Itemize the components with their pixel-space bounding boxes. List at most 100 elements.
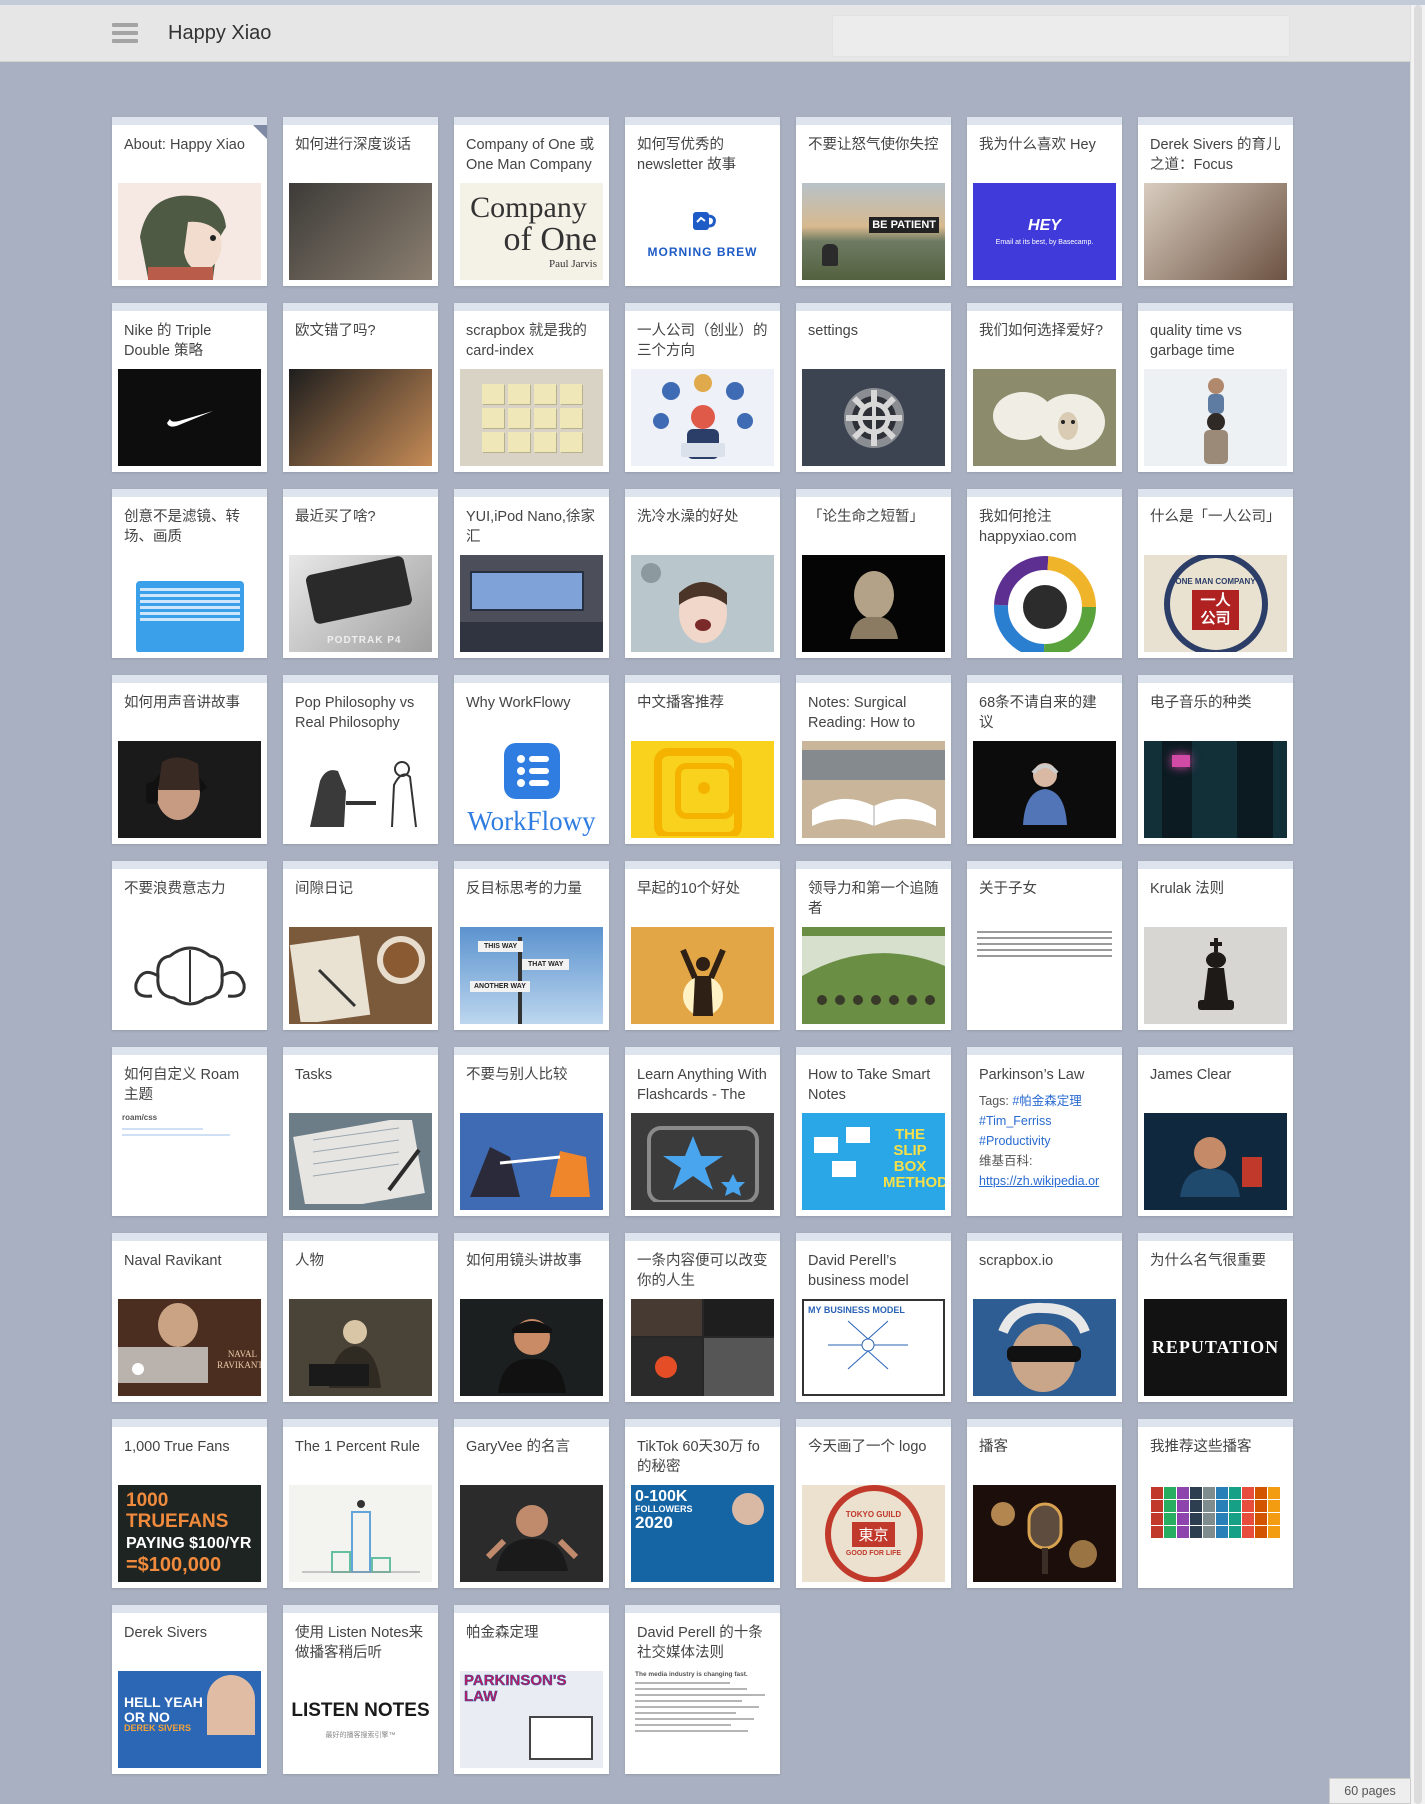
page-card[interactable]: YUI,iPod Nano,徐家汇 (454, 489, 609, 658)
page-card[interactable]: Tasks (283, 1047, 438, 1216)
page-card[interactable]: 68条不请自来的建议 (967, 675, 1122, 844)
yellow-app-icon-thumbnail (631, 741, 774, 838)
page-card-title: 如何自定义 Roam 主题 (124, 1067, 240, 1103)
tags-label: Tags: (979, 1094, 1013, 1108)
page-scrollbar[interactable] (1410, 5, 1425, 1804)
page-card[interactable]: scrapbox 就是我的 card-index (454, 303, 609, 472)
hell-yeah-banner-thumbnail: HELL YEAH OR NO DEREK SIVERS (118, 1671, 261, 1768)
page-card[interactable]: 电子音乐的种类 (1138, 675, 1293, 844)
page-card[interactable]: 如何写优秀的 newsletter 故事 MORNING BREW (625, 117, 780, 286)
notebook-coffee-icon (289, 934, 425, 1022)
page-card[interactable]: 如何用镜头讲故事 (454, 1233, 609, 1402)
celebration-figure-icon (631, 935, 774, 1016)
page-card[interactable]: 欧文错了吗? (283, 303, 438, 472)
page-card[interactable]: Naval Ravikant NAVAL RAVIKANT (112, 1233, 267, 1402)
page-card[interactable]: The 1 Percent Rule (283, 1419, 438, 1588)
page-card[interactable]: 帕金森定理 PARKINSON'S LAW (454, 1605, 609, 1774)
hamburger-menu-icon[interactable] (112, 23, 138, 45)
hey-email-banner-thumbnail: HEY Email at its best, by Basecamp. (973, 183, 1116, 280)
page-card[interactable]: 间隙日记 (283, 861, 438, 1030)
page-card[interactable]: quality time vs garbage time (1138, 303, 1293, 472)
page-card[interactable]: 最近买了啥? PODTRAK P4 (283, 489, 438, 658)
search-input[interactable] (832, 15, 1290, 57)
page-card[interactable]: 领导力和第一个追随者 (796, 861, 951, 1030)
page-card[interactable]: 不要与别人比较 (454, 1047, 609, 1216)
project-title[interactable]: Happy Xiao (168, 22, 271, 45)
page-card[interactable]: 使用 Listen Notes来做播客稍后听 LISTEN NOTES 最好的播客搜… (283, 1605, 438, 1774)
page-card-title: Nike 的 Triple Double 策略 (124, 323, 212, 359)
page-card[interactable]: How to Take Smart Notes THE SLIP BOX METH… (796, 1047, 951, 1216)
podtrak-p4-recorder-photo-thumbnail: PODTRAK P4 (289, 555, 432, 652)
crowd-hill-icon (802, 935, 945, 1016)
page-card[interactable]: GaryVee 的名言 (454, 1419, 609, 1588)
video-collage-thumbnail (631, 1299, 774, 1396)
page-card[interactable]: 我推荐这些播客 (1138, 1419, 1293, 1588)
page-card[interactable]: TikTok 60天30万 fo 的秘密 0-100K FOLLOWERS 2020 (625, 1419, 780, 1588)
page-card[interactable]: Company of One 或 One Man Company Company o… (454, 117, 609, 286)
page-card[interactable]: Nike 的 Triple Double 策略 (112, 303, 267, 472)
app-header: Happy Xiao (0, 5, 1411, 62)
page-card[interactable]: 为什么名气很重要 REPUTATION (1138, 1233, 1293, 1402)
page-card[interactable]: Pop Philosophy vs Real Philosophy (283, 675, 438, 844)
page-card[interactable]: 一条内容便可以改变你的人生 (625, 1233, 780, 1402)
page-card[interactable]: 今天画了一个 logo TOKYO GUILD 東京 GOOD FOR LIFE (796, 1419, 951, 1588)
workflowy-app-icon (503, 742, 560, 799)
page-card-title: 68条不请自来的建议 (979, 695, 1097, 731)
page-card-title: 洗冷水澡的好处 (637, 509, 739, 525)
tag-link[interactable]: #Productivity (979, 1134, 1051, 1148)
page-card-title: 人物 (295, 1253, 324, 1269)
page-card-title: 关于子女 (979, 881, 1037, 897)
page-card[interactable]: 反目标思考的力量 THIS WAY THAT WAY ANOTHER WAY (454, 861, 609, 1030)
page-card[interactable]: 一人公司（创业）的三个方向 (625, 303, 780, 472)
brain-muscle-icon (133, 946, 246, 1005)
page-card[interactable]: 洗冷水澡的好处 (625, 489, 780, 658)
page-card[interactable]: 不要让怒气使你失控 BE PATIENT (796, 117, 951, 286)
page-card[interactable]: settings (796, 303, 951, 472)
speaker-portrait-icon (1179, 1136, 1262, 1197)
page-card-title: James Clear (1150, 1067, 1232, 1083)
page-card[interactable]: 我们如何选择爱好? (967, 303, 1122, 472)
page-card[interactable]: Derek Sivers HELL YEAH OR NO DEREK SIVERS (112, 1605, 267, 1774)
page-card[interactable]: Parkinson’s Law Tags: #帕金森定理 #Tim_Ferriss #… (967, 1047, 1122, 1216)
page-card[interactable]: 如何进行深度谈话 (283, 117, 438, 286)
domain-lifecycle-diagram-thumbnail (973, 555, 1116, 652)
page-card[interactable]: Krulak 法则 (1138, 861, 1293, 1030)
page-card[interactable]: 早起的10个好处 (625, 861, 780, 1030)
page-card-title: Notes: Surgical Reading: How to Read 12 … (808, 695, 916, 731)
tag-link[interactable]: #Tim_Ferriss (979, 1114, 1051, 1128)
page-card[interactable]: Why WorkFlowy WorkFlowy (454, 675, 609, 844)
page-card[interactable]: Notes: Surgical Reading: How to Read 12 … (796, 675, 951, 844)
page-card[interactable]: 关于子女 (967, 861, 1122, 1030)
page-card[interactable]: 如何自定义 Roam 主题 roam/css (112, 1047, 267, 1216)
page-card-title: 一人公司（创业）的三个方向 (637, 323, 768, 359)
scrollbar-thumb[interactable] (1414, 5, 1422, 1804)
chess-king-icon (1197, 937, 1234, 1010)
page-card[interactable]: 「论生命之短暂」 (796, 489, 951, 658)
thinker-chess-icon (309, 760, 417, 827)
headphones-woman-icon (146, 756, 208, 820)
page-card-title: The 1 Percent Rule (295, 1439, 420, 1455)
page-card[interactable]: Learn Anything With Flashcards - The Ult… (625, 1047, 780, 1216)
open-book-photo-thumbnail (802, 741, 945, 838)
page-card[interactable]: 1,000 True Fans 1000 TRUEFANS PAYING $100/… (112, 1419, 267, 1588)
page-card[interactable]: scrapbox.io (967, 1233, 1122, 1402)
wiki-link[interactable]: https://zh.wikipedia.or (979, 1174, 1099, 1188)
page-card-title: 中文播客推荐 (637, 695, 724, 711)
page-card[interactable]: 人物 (283, 1233, 438, 1402)
page-card[interactable]: 创意不是滤镜、转场、画质 (112, 489, 267, 658)
page-card[interactable]: 播客 (967, 1419, 1122, 1588)
woman-face-icon (641, 562, 727, 643)
page-card[interactable]: David Perell 的十条社交媒体法则 The media industry… (625, 1605, 780, 1774)
page-card[interactable]: Derek Sivers 的育儿之道：Focus (1138, 117, 1293, 286)
page-card[interactable]: James Clear (1138, 1047, 1293, 1216)
page-card[interactable]: 如何用声音讲故事 (112, 675, 267, 844)
page-card[interactable]: 我为什么喜欢 Hey HEY Email at its best, by Basec… (967, 117, 1122, 286)
page-card[interactable]: 什么是「一人公司」 ONE MAN COMPANY 一人 公司 (1138, 489, 1293, 658)
page-card[interactable]: 中文播客推荐 (625, 675, 780, 844)
page-card[interactable]: 不要浪费意志力 (112, 861, 267, 1030)
tag-link[interactable]: #帕金森定理 (1012, 1094, 1081, 1108)
page-card[interactable]: About: Happy Xiao (112, 117, 267, 286)
page-card[interactable]: 我如何抢注 happyxiao.com (967, 489, 1122, 658)
page-card[interactable]: David Perell’s business model MY BUSINESS… (796, 1233, 951, 1402)
page-card-title: 什么是「一人公司」 (1150, 509, 1281, 525)
